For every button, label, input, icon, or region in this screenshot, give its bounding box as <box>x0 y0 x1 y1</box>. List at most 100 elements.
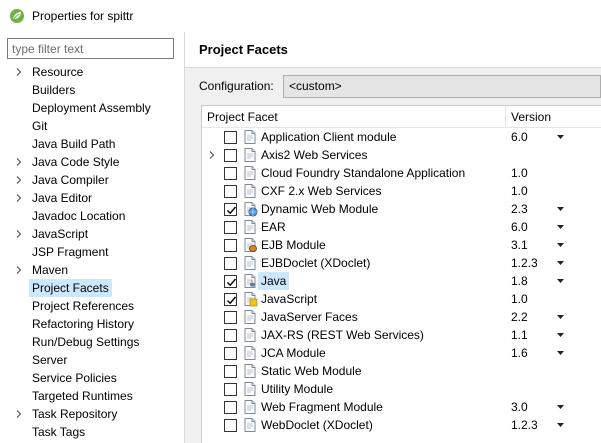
version-dropdown-icon[interactable] <box>556 398 566 416</box>
facet-version[interactable]: 6.0 <box>511 128 528 146</box>
facet-version[interactable]: 3.0 <box>511 398 528 416</box>
facet-checkbox[interactable] <box>224 167 237 180</box>
facet-checkbox[interactable] <box>224 185 237 198</box>
facet-checkbox[interactable] <box>224 221 237 234</box>
table-row[interactable]: Utility Module <box>202 380 601 398</box>
table-row[interactable]: JavaServer Faces 2.2 <box>202 308 601 326</box>
version-dropdown-icon[interactable] <box>556 344 566 362</box>
chevron-right-icon[interactable] <box>14 225 24 243</box>
facet-name: JCA Module <box>261 346 326 360</box>
table-row[interactable]: Application Client module 6.0 <box>202 128 601 146</box>
chevron-right-icon[interactable] <box>14 189 24 207</box>
facet-name: Cloud Foundry Standalone Application <box>261 166 466 180</box>
facet-checkbox[interactable] <box>224 401 237 414</box>
facet-checkbox[interactable] <box>224 311 237 324</box>
filter-input[interactable] <box>7 38 174 59</box>
table-row[interactable]: WebDoclet (XDoclet) 1.2.3 <box>202 416 601 434</box>
sidebar-item-resource[interactable]: Resource <box>0 63 184 81</box>
table-row[interactable]: Dynamic Web Module 2.3 <box>202 200 601 218</box>
sidebar-item-task-repository[interactable]: Task Repository <box>0 405 184 423</box>
version-dropdown-icon[interactable] <box>556 416 566 434</box>
table-row[interactable]: Java 1.8 <box>202 272 601 290</box>
facet-version[interactable]: 2.2 <box>511 308 528 326</box>
version-dropdown-icon[interactable] <box>556 128 566 146</box>
facet-version[interactable]: 1.2.3 <box>511 254 538 272</box>
version-dropdown-icon[interactable] <box>556 254 566 272</box>
version-dropdown-icon[interactable] <box>556 272 566 290</box>
facet-checkbox[interactable] <box>224 383 237 396</box>
facet-checkbox[interactable] <box>224 257 237 270</box>
sidebar-item-java-compiler[interactable]: Java Compiler <box>0 171 184 189</box>
sidebar-item-label: Resource <box>32 65 84 79</box>
facet-checkbox[interactable] <box>224 275 237 288</box>
facet-checkbox[interactable] <box>224 347 237 360</box>
facet-checkbox[interactable] <box>224 149 237 162</box>
facet-version[interactable]: 6.0 <box>511 218 528 236</box>
version-dropdown-icon[interactable] <box>556 218 566 236</box>
chevron-right-icon[interactable] <box>14 63 24 81</box>
sidebar-item-javadoc-location[interactable]: Javadoc Location <box>0 207 184 225</box>
chevron-right-icon[interactable] <box>14 405 24 423</box>
facet-version[interactable]: 2.3 <box>511 200 528 218</box>
module-page-icon <box>242 129 258 145</box>
sidebar-item-label: Refactoring History <box>32 317 135 331</box>
sidebar-item-git[interactable]: Git <box>0 117 184 135</box>
facet-version[interactable]: 1.1 <box>511 326 528 344</box>
version-dropdown-icon[interactable] <box>556 308 566 326</box>
sidebar-item-project-references[interactable]: Project References <box>0 297 184 315</box>
column-header-facet[interactable]: Project Facet <box>207 106 278 128</box>
chevron-right-icon[interactable] <box>14 153 24 171</box>
sidebar-item-server[interactable]: Server <box>0 351 184 369</box>
module-page-icon <box>242 309 258 325</box>
facet-version[interactable]: 1.2.3 <box>511 416 538 434</box>
table-row[interactable]: JavaScript 1.0 <box>202 290 601 308</box>
table-row[interactable]: Web Fragment Module 3.0 <box>202 398 601 416</box>
facet-checkbox[interactable] <box>224 329 237 342</box>
facet-checkbox[interactable] <box>224 203 237 216</box>
chevron-right-icon[interactable] <box>207 146 217 164</box>
sidebar-item-java-build-path[interactable]: Java Build Path <box>0 135 184 153</box>
sidebar-item-maven[interactable]: Maven <box>0 261 184 279</box>
facet-checkbox[interactable] <box>224 239 237 252</box>
sidebar-item-refactoring-history[interactable]: Refactoring History <box>0 315 184 333</box>
sidebar-item-project-facets[interactable]: Project Facets <box>0 279 184 297</box>
table-row[interactable]: EJB Module 3.1 <box>202 236 601 254</box>
table-row[interactable]: CXF 2.x Web Services 1.0 <box>202 182 601 200</box>
facet-checkbox[interactable] <box>224 365 237 378</box>
page-header: Project Facets <box>185 32 601 68</box>
sidebar-item-deployment-assembly[interactable]: Deployment Assembly <box>0 99 184 117</box>
sidebar-item-task-tags[interactable]: Task Tags <box>0 423 184 441</box>
facet-name: JavaServer Faces <box>261 310 358 324</box>
sidebar-item-java-code-style[interactable]: Java Code Style <box>0 153 184 171</box>
table-row[interactable]: Cloud Foundry Standalone Application 1.0 <box>202 164 601 182</box>
sidebar-item-service-policies[interactable]: Service Policies <box>0 369 184 387</box>
column-header-version[interactable]: Version <box>511 106 551 128</box>
sidebar-item-targeted-runtimes[interactable]: Targeted Runtimes <box>0 387 184 405</box>
facet-version[interactable]: 1.6 <box>511 344 528 362</box>
facet-version[interactable]: 1.8 <box>511 272 528 290</box>
table-row[interactable]: JAX-RS (REST Web Services) 1.1 <box>202 326 601 344</box>
configuration-select[interactable]: <custom> <box>283 75 601 98</box>
sidebar-item-jsp-fragment[interactable]: JSP Fragment <box>0 243 184 261</box>
table-row[interactable]: Static Web Module <box>202 362 601 380</box>
table-row[interactable]: EJBDoclet (XDoclet) 1.2.3 <box>202 254 601 272</box>
facet-checkbox[interactable] <box>224 131 237 144</box>
window-title: Properties for spittr <box>32 9 134 23</box>
version-dropdown-icon[interactable] <box>556 200 566 218</box>
table-row[interactable]: Axis2 Web Services <box>202 146 601 164</box>
table-row[interactable]: JCA Module 1.6 <box>202 344 601 362</box>
table-row[interactable]: EAR 6.0 <box>202 218 601 236</box>
version-dropdown-icon[interactable] <box>556 326 566 344</box>
facet-checkbox[interactable] <box>224 419 237 432</box>
sidebar-item-run-debug-settings[interactable]: Run/Debug Settings <box>0 333 184 351</box>
facet-checkbox[interactable] <box>224 293 237 306</box>
facet-name: Dynamic Web Module <box>261 202 379 216</box>
sidebar-item-java-editor[interactable]: Java Editor <box>0 189 184 207</box>
sidebar-item-builders[interactable]: Builders <box>0 81 184 99</box>
version-dropdown-icon[interactable] <box>556 236 566 254</box>
sidebar-item-javascript[interactable]: JavaScript <box>0 225 184 243</box>
column-divider[interactable] <box>505 106 506 128</box>
chevron-right-icon[interactable] <box>14 261 24 279</box>
chevron-right-icon[interactable] <box>14 171 24 189</box>
facet-version[interactable]: 3.1 <box>511 236 528 254</box>
